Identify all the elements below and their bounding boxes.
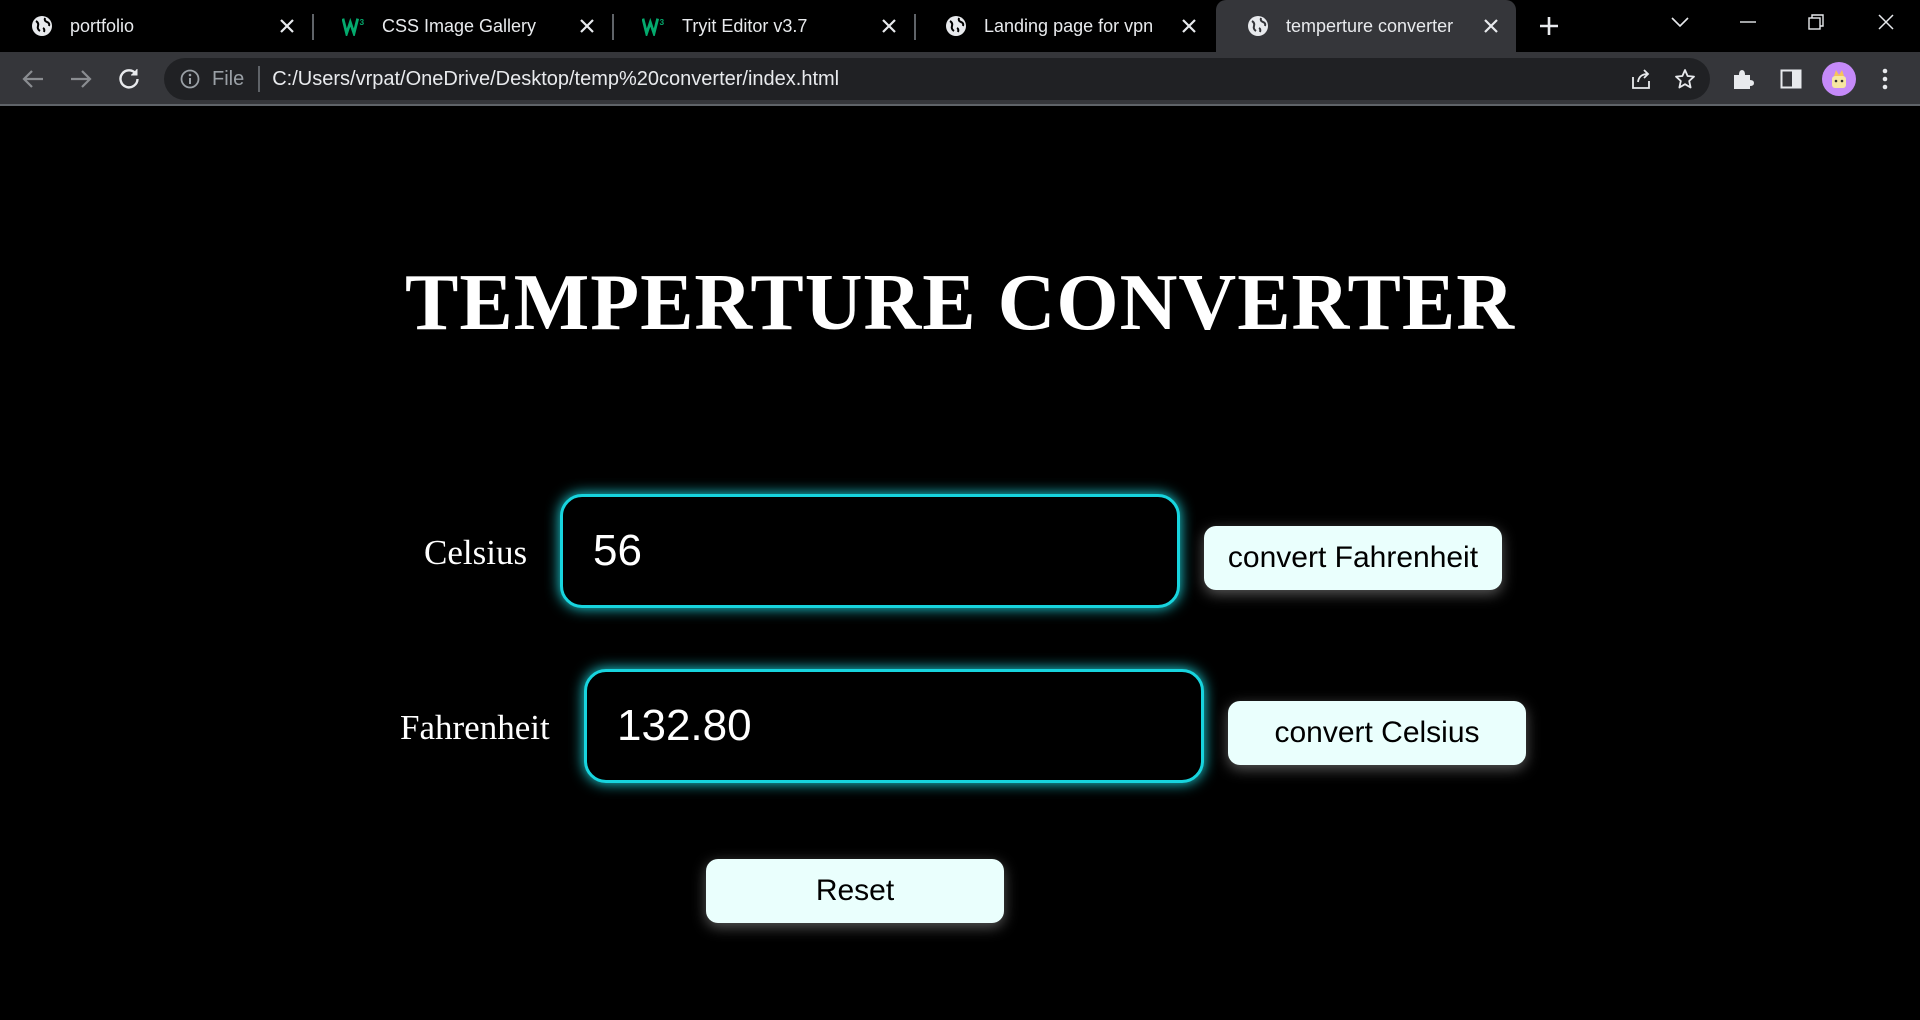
celsius-label: Celsius [424,533,528,572]
globe-icon [30,14,54,38]
fahrenheit-label: Fahrenheit [400,708,550,747]
convert-fahrenheit-button[interactable]: convert Fahrenheit [1204,526,1502,590]
tab-landing-page-vpn[interactable]: Landing page for vpn [914,0,1214,52]
close-icon[interactable] [878,15,900,37]
address-url[interactable]: C:/Users/vrpat/OneDrive/Desktop/temp%20c… [272,68,839,91]
fahrenheit-input[interactable]: 132.80 [584,669,1204,783]
share-icon[interactable] [1628,66,1654,92]
close-icon[interactable] [1178,15,1200,37]
minimize-button[interactable] [1714,0,1782,44]
w3schools-icon: 3 [642,14,666,38]
address-divider [258,66,261,92]
globe-icon [944,14,968,38]
svg-text:3: 3 [360,17,365,27]
info-icon[interactable] [178,67,202,91]
reset-button[interactable]: Reset [706,859,1004,923]
side-panel-icon[interactable] [1774,62,1808,96]
close-icon[interactable] [1480,15,1502,37]
svg-text:3: 3 [660,17,665,27]
page-viewport: TEMPERTURE CONVERTER Celsius 56 convert … [0,108,1920,1020]
convert-celsius-button[interactable]: convert Celsius [1228,701,1526,765]
restore-button[interactable] [1782,0,1850,44]
forward-button[interactable] [64,62,98,96]
tab-css-image-gallery[interactable]: 3 CSS Image Gallery [312,0,614,52]
bookmark-star-icon[interactable] [1672,66,1698,92]
reload-button[interactable] [112,62,146,96]
address-bar[interactable]: File C:/Users/vrpat/OneDrive/Desktop/tem… [164,58,1710,100]
tab-temperture-converter[interactable]: temperture converter [1216,0,1516,52]
close-icon[interactable] [276,15,298,37]
w3schools-icon: 3 [342,14,366,38]
menu-kebab-icon[interactable] [1868,62,1902,96]
close-icon[interactable] [576,15,598,37]
address-scheme: File [212,67,245,90]
tab-portfolio[interactable]: portfolio [0,0,314,52]
tab-strip: portfolio 3 CSS Image Gallery 3 Tryit Ed… [0,0,1920,52]
close-window-button[interactable] [1852,0,1920,44]
page-title: TEMPERTURE CONVERTER [404,259,1516,347]
browser-toolbar: File C:/Users/vrpat/OneDrive/Desktop/tem… [0,52,1920,106]
extensions-puzzle-icon[interactable] [1726,62,1760,96]
tab-tryit-editor[interactable]: 3 Tryit Editor v3.7 [612,0,916,52]
celsius-input[interactable]: 56 [560,494,1180,608]
globe-icon [1246,14,1270,38]
profile-avatar[interactable] [1822,62,1856,96]
tab-search-chevron-down-icon[interactable] [1646,0,1714,44]
new-tab-button[interactable] [1530,12,1568,40]
back-button[interactable] [16,62,50,96]
